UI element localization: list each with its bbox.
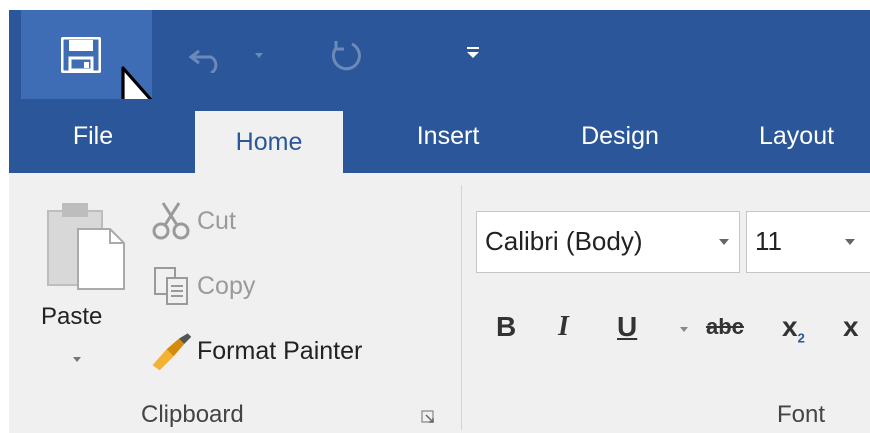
underline-dropdown-icon[interactable] bbox=[680, 327, 688, 332]
font-group-label: Font bbox=[777, 401, 826, 428]
copy-icon bbox=[154, 267, 188, 305]
font-name-combobox[interactable]: Calibri (Body) bbox=[476, 211, 740, 273]
paste-dropdown-icon[interactable] bbox=[73, 357, 81, 362]
format-painter-label: Format Painter bbox=[197, 336, 363, 365]
word-window: File Home Insert Design Layout Paste Cut bbox=[9, 10, 870, 433]
tab-layout[interactable]: Layout bbox=[759, 99, 870, 173]
tab-home[interactable]: Home bbox=[195, 111, 343, 173]
strikethrough-button[interactable]: abc bbox=[706, 305, 744, 349]
paste-button-label[interactable]: Paste bbox=[41, 303, 102, 331]
font-name-dropdown-icon[interactable] bbox=[719, 239, 729, 245]
dialog-launcher-icon[interactable] bbox=[421, 410, 435, 424]
redo-icon[interactable] bbox=[328, 40, 364, 74]
cut-button[interactable]: Cut bbox=[149, 199, 236, 243]
format-painter-button[interactable]: Format Painter bbox=[149, 329, 362, 373]
undo-dropdown-icon[interactable] bbox=[255, 53, 263, 58]
subscript-button[interactable]: x2 bbox=[782, 305, 805, 349]
tab-file[interactable]: File bbox=[53, 99, 133, 173]
tab-insert[interactable]: Insert bbox=[403, 99, 493, 173]
format-painter-icon bbox=[152, 333, 192, 371]
italic-button[interactable]: I bbox=[558, 305, 569, 349]
font-size-value: 11 bbox=[755, 226, 782, 256]
copy-label: Copy bbox=[197, 271, 256, 300]
copy-button[interactable]: Copy bbox=[149, 264, 255, 308]
underline-button[interactable]: U bbox=[617, 305, 637, 349]
cut-label: Cut bbox=[197, 206, 236, 235]
group-divider bbox=[461, 185, 462, 430]
customize-qat-icon[interactable] bbox=[466, 46, 480, 60]
subscript-label: x bbox=[782, 311, 798, 342]
undo-icon[interactable] bbox=[189, 43, 229, 73]
quick-access-toolbar bbox=[9, 10, 870, 126]
subscript-mark: 2 bbox=[797, 330, 805, 346]
scissors-icon bbox=[152, 202, 190, 240]
paste-icon[interactable] bbox=[44, 199, 128, 291]
font-size-combobox[interactable]: 11 bbox=[746, 211, 870, 273]
clipboard-group-label: Clipboard bbox=[141, 401, 244, 428]
save-icon bbox=[61, 37, 101, 73]
tab-design[interactable]: Design bbox=[565, 99, 675, 173]
superscript-button[interactable]: x bbox=[843, 305, 859, 349]
ribbon-tabs: File Home Insert Design Layout bbox=[9, 99, 870, 173]
font-size-dropdown-icon[interactable] bbox=[845, 239, 855, 245]
font-name-value: Calibri (Body) bbox=[485, 226, 643, 256]
ribbon-home-panel: Paste Cut Copy Format Painter Clipboard … bbox=[9, 173, 870, 433]
bold-button[interactable]: B bbox=[496, 305, 516, 349]
